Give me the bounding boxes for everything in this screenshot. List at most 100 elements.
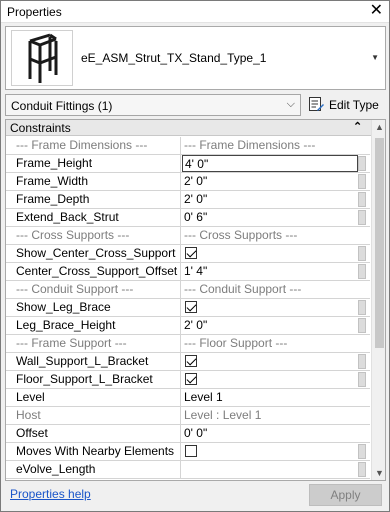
associate-parameter-button[interactable] (358, 318, 366, 333)
property-checkbox-cell[interactable] (182, 299, 358, 316)
property-rows: --- Frame Dimensions --- --- Frame Dimens… (6, 137, 370, 479)
property-name: Frame_Width (6, 173, 181, 190)
property-value[interactable]: 2' 0" (182, 317, 358, 334)
property-value[interactable]: Level 1 (182, 389, 358, 406)
property-name: Extend_Back_Strut (6, 209, 181, 226)
property-row[interactable]: Leg_Brace_Height 2' 0" (6, 317, 370, 335)
property-row[interactable]: Center_Cross_Support_Offset 1' 4" (6, 263, 370, 281)
associate-parameter-button[interactable] (358, 462, 366, 477)
property-row: Host Level : Level 1 (6, 407, 370, 425)
property-row[interactable]: Show_Center_Cross_Support (6, 245, 370, 263)
property-checkbox-cell[interactable] (182, 245, 358, 262)
window-title: Properties (7, 5, 62, 19)
property-name: Frame_Depth (6, 191, 181, 208)
associate-parameter-button[interactable] (358, 372, 366, 387)
property-name: Floor_Support_L_Bracket (6, 371, 181, 388)
property-name: Center_Cross_Support_Offset (6, 263, 181, 280)
property-name: Show_Leg_Brace (6, 299, 181, 316)
property-name: --- Frame Support --- (6, 335, 181, 352)
associate-parameter-button[interactable] (358, 246, 366, 261)
properties-help-link[interactable]: Properties help (10, 487, 91, 501)
close-icon[interactable]: ✕ (370, 2, 383, 20)
property-row[interactable]: eVolve_Length (6, 461, 370, 479)
property-checkbox-cell[interactable] (182, 371, 358, 388)
collapse-icon[interactable]: ⌃ (353, 120, 362, 133)
property-value[interactable]: 2' 0" (182, 191, 358, 208)
category-filter-value: Conduit Fittings (1) (11, 99, 113, 113)
footer: Properties help Apply (1, 481, 389, 511)
section-divider-row: --- Conduit Support --- --- Conduit Suppo… (6, 281, 370, 299)
title-bar: Properties ✕ (1, 1, 389, 23)
property-value[interactable]: 2' 0" (182, 173, 358, 190)
property-row[interactable]: Floor_Support_L_Bracket (6, 371, 370, 389)
section-label: --- Conduit Support --- (184, 282, 302, 296)
checkbox-unchecked[interactable] (185, 445, 197, 457)
property-value: Level : Level 1 (184, 408, 262, 422)
property-row[interactable]: Moves With Nearby Elements (6, 443, 370, 461)
scroll-down-icon[interactable]: ▼ (375, 468, 384, 478)
property-checkbox-cell[interactable] (182, 443, 358, 460)
property-value[interactable]: 4' 0" (182, 155, 358, 172)
section-divider-row: --- Frame Dimensions --- --- Frame Dimens… (6, 137, 370, 155)
property-checkbox-cell[interactable] (182, 353, 358, 370)
property-row[interactable]: Frame_Width 2' 0" (6, 173, 370, 191)
property-row[interactable]: Wall_Support_L_Bracket (6, 353, 370, 371)
associate-parameter-button[interactable] (358, 300, 366, 315)
property-name: Moves With Nearby Elements (6, 443, 181, 460)
property-row[interactable]: Frame_Height 4' 0" (6, 155, 370, 173)
associate-parameter-button[interactable] (358, 192, 366, 207)
edit-type-button[interactable]: Edit Type (307, 94, 386, 116)
property-name: --- Cross Supports --- (6, 227, 181, 244)
edit-type-label: Edit Type (329, 98, 379, 112)
filter-row: Conduit Fittings (1) ⌵ Edit Type (5, 94, 386, 118)
property-row[interactable]: Offset 0' 0" (6, 425, 370, 443)
strut-stand-thumbnail-icon (11, 30, 73, 86)
scroll-up-icon[interactable]: ▲ (375, 122, 384, 132)
property-name: Offset (6, 425, 181, 442)
property-row[interactable]: Extend_Back_Strut 0' 6" (6, 209, 370, 227)
scrollbar-thumb[interactable] (375, 138, 384, 348)
property-name: Leg_Brace_Height (6, 317, 181, 334)
property-value[interactable] (182, 461, 358, 478)
checkbox-checked[interactable] (185, 355, 197, 367)
vertical-scrollbar[interactable]: ▲ ▼ (371, 120, 385, 480)
checkbox-checked[interactable] (185, 301, 197, 313)
section-label: --- Floor Support --- (184, 336, 288, 350)
property-row[interactable]: Show_Leg_Brace (6, 299, 370, 317)
dropdown-arrow-icon[interactable]: ▼ (371, 53, 379, 62)
section-divider-row: --- Cross Supports --- --- Cross Supports… (6, 227, 370, 245)
associate-parameter-button[interactable] (358, 264, 366, 279)
property-row[interactable]: Frame_Depth 2' 0" (6, 191, 370, 209)
checkbox-checked[interactable] (185, 247, 197, 259)
property-name: Host (6, 407, 181, 424)
property-name: eVolve_Length (6, 461, 181, 478)
property-value[interactable]: 1' 4" (182, 263, 358, 280)
properties-grid: Constraints ⌃ --- Frame Dimensions --- --… (5, 119, 386, 481)
property-name: Level (6, 389, 181, 406)
apply-button[interactable]: Apply (309, 484, 382, 506)
associate-parameter-button[interactable] (358, 156, 366, 171)
chevron-down-icon: ⌵ (286, 98, 295, 110)
type-selector[interactable]: eE_ASM_Strut_TX_Stand_Type_1 ▼ (5, 26, 386, 90)
properties-window: Properties ✕ eE_ASM_Strut_TX_Stand_Type_… (0, 0, 390, 512)
group-label: Constraints (10, 121, 71, 135)
property-name: --- Conduit Support --- (6, 281, 181, 298)
property-name: Frame_Height (6, 155, 181, 172)
type-name: eE_ASM_Strut_TX_Stand_Type_1 (81, 51, 267, 65)
associate-parameter-button[interactable] (358, 210, 366, 225)
category-filter-select[interactable]: Conduit Fittings (1) ⌵ (5, 94, 301, 116)
edit-type-icon (308, 96, 324, 112)
associate-parameter-button[interactable] (358, 174, 366, 189)
associate-parameter-button[interactable] (358, 444, 366, 459)
property-value[interactable]: 0' 6" (182, 209, 358, 226)
property-name: --- Frame Dimensions --- (6, 137, 181, 154)
property-row[interactable]: Level Level 1 (6, 389, 370, 407)
section-label: --- Cross Supports --- (184, 228, 298, 242)
group-header-constraints[interactable]: Constraints ⌃ (6, 120, 385, 136)
section-divider-row: --- Frame Support --- --- Floor Support -… (6, 335, 370, 353)
checkbox-checked[interactable] (185, 373, 197, 385)
property-name: Show_Center_Cross_Support (6, 245, 181, 262)
associate-parameter-button[interactable] (358, 354, 366, 369)
property-value[interactable]: 0' 0" (182, 425, 358, 442)
section-label: --- Frame Dimensions --- (184, 138, 316, 152)
